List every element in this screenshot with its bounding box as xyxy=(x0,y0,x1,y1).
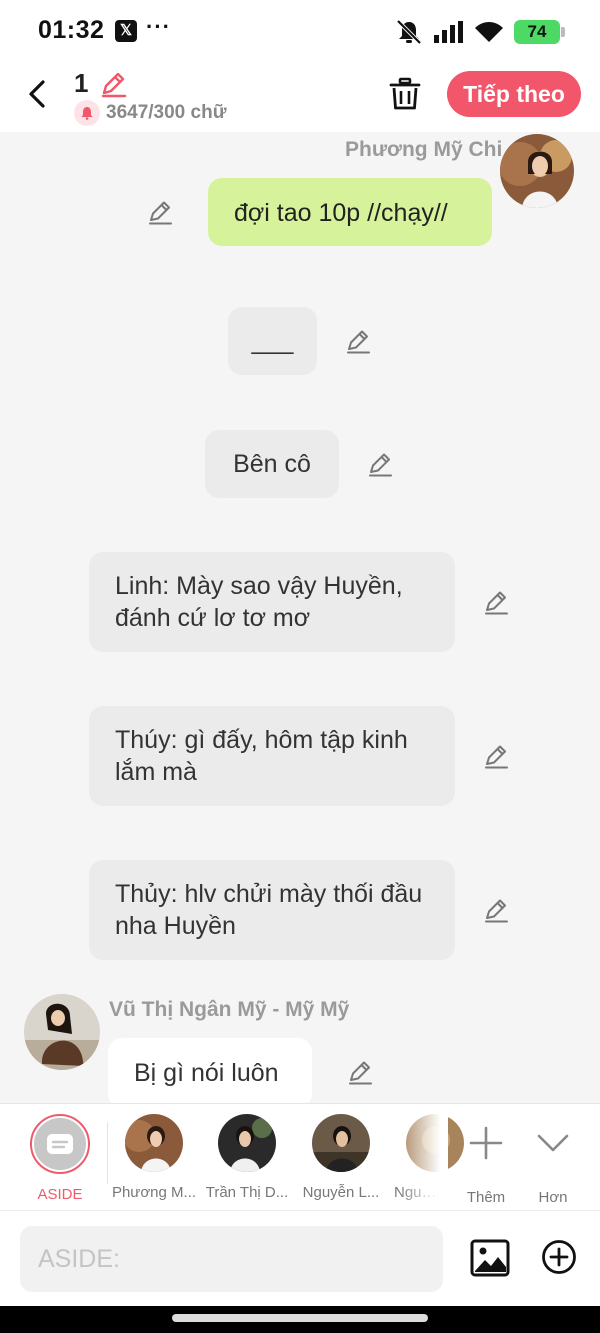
character-item[interactable]: Trần Thị D... xyxy=(202,1114,292,1201)
aside-avatar xyxy=(30,1114,90,1174)
mute-icon xyxy=(396,19,422,45)
avatar[interactable] xyxy=(500,134,574,208)
wifi-icon xyxy=(475,22,503,42)
message-bubble[interactable]: Thúy: gì đấy, hôm tập kinh lắm mà xyxy=(89,706,455,806)
edit-message-icon[interactable] xyxy=(346,1058,374,1086)
message-bubble[interactable]: đợi tao 10p //chạy// xyxy=(208,178,492,246)
status-time: 01:32 xyxy=(38,16,105,44)
edit-message-icon[interactable] xyxy=(344,327,372,355)
edit-message-icon[interactable] xyxy=(482,588,510,616)
word-counter: 3647/300 chữ xyxy=(74,100,226,126)
avatar xyxy=(312,1114,370,1172)
divider xyxy=(107,1122,108,1184)
chat-area[interactable]: Phương Mỹ Chi đợi tao 10p //chạy// ___ B… xyxy=(0,132,600,1103)
signal-icon xyxy=(434,21,463,43)
message-bubble[interactable]: Bên cô xyxy=(205,430,339,498)
add-circle-icon[interactable] xyxy=(541,1239,577,1275)
edit-message-icon[interactable] xyxy=(482,896,510,924)
input-bar: ASIDE: xyxy=(0,1210,600,1306)
sender-name: Phương Mỹ Chi xyxy=(345,138,503,161)
sender-name: Vũ Thị Ngân Mỹ - Mỹ Mỹ xyxy=(109,998,350,1021)
character-label: Phương M... xyxy=(111,1184,197,1201)
character-item[interactable]: Phương M... xyxy=(109,1114,199,1201)
message-bubble[interactable]: Linh: Mày sao vậy Huyền, đánh cứ lơ tơ m… xyxy=(89,552,455,652)
trash-icon[interactable] xyxy=(388,76,422,112)
narration-icon xyxy=(47,1134,73,1154)
avatar[interactable] xyxy=(24,994,100,1070)
character-label: Trần Thị D... xyxy=(205,1184,289,1201)
back-icon[interactable] xyxy=(22,76,54,112)
status-bar: 01:32 𝕏 ··· 74 xyxy=(0,0,600,64)
next-button[interactable]: Tiếp theo xyxy=(447,71,581,117)
character-selector: ASIDE Phương M... Trần Thị D... Nguyễn L… xyxy=(0,1103,600,1210)
character-aside[interactable]: ASIDE xyxy=(15,1114,105,1203)
expand-characters-button[interactable]: Hơn xyxy=(508,1114,598,1206)
more-notifications-icon: ··· xyxy=(146,14,171,39)
message-bubble[interactable]: ___ xyxy=(228,307,317,375)
character-item[interactable]: Nguyễn L... xyxy=(296,1114,386,1201)
avatar xyxy=(218,1114,276,1172)
bell-icon xyxy=(74,100,100,126)
x-icon: 𝕏 xyxy=(115,20,137,42)
image-icon[interactable] xyxy=(470,1239,510,1277)
edit-message-icon[interactable] xyxy=(482,742,510,770)
edit-message-icon[interactable] xyxy=(146,198,174,226)
battery-indicator: 74 xyxy=(514,20,565,44)
message-bubble[interactable]: Bị gì nói luôn xyxy=(108,1038,312,1103)
edit-title-icon[interactable] xyxy=(99,70,127,98)
status-icons: 74 xyxy=(394,18,565,46)
chevron-down-icon xyxy=(537,1134,569,1152)
expand-label: Hơn xyxy=(538,1189,568,1206)
word-count-text: 3647/300 chữ xyxy=(106,102,227,123)
home-indicator[interactable] xyxy=(172,1314,428,1322)
plus-icon xyxy=(469,1126,503,1160)
message-input[interactable]: ASIDE: xyxy=(20,1226,443,1292)
avatar xyxy=(125,1114,183,1172)
character-label: Nguyễn L... xyxy=(302,1184,380,1201)
character-label: ASIDE xyxy=(37,1186,83,1203)
message-bubble[interactable]: Thủy: hlv chửi mày thối đầu nha Huyền xyxy=(89,860,455,960)
edit-message-icon[interactable] xyxy=(366,450,394,478)
system-nav-bar xyxy=(0,1306,600,1333)
chapter-number: 1 xyxy=(74,68,89,98)
editor-header: 1 3647/300 chữ Tiếp theo xyxy=(0,64,600,132)
chapter-title[interactable]: 1 xyxy=(74,68,127,99)
